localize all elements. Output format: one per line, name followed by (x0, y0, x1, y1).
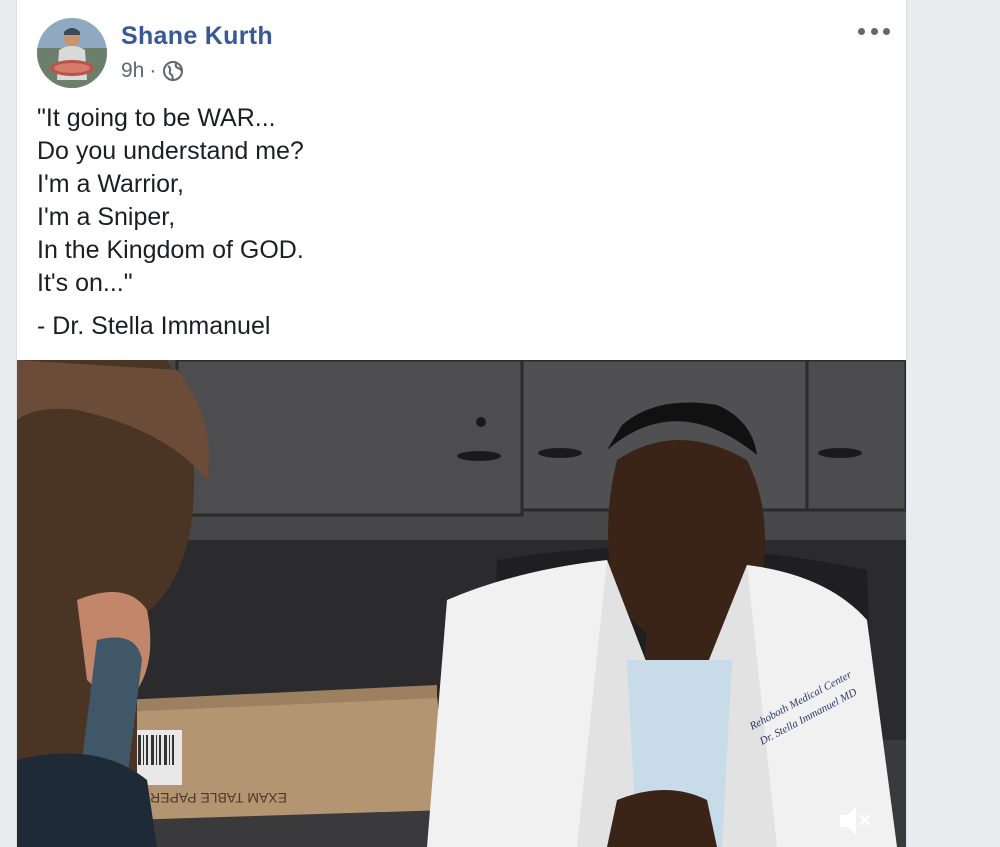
post-text-line: Do you understand me? (37, 137, 304, 165)
post-text-line: I'm a Warrior, (37, 170, 184, 198)
author-avatar[interactable] (37, 18, 107, 88)
more-options-icon (858, 27, 865, 35)
post-timestamp[interactable]: 9h (121, 59, 144, 83)
video-player[interactable]: EXAM TABLE PAPER Rehoboth Medical Center… (17, 360, 906, 847)
post-meta: 9h · (121, 58, 184, 84)
author-name-link[interactable]: Shane Kurth (121, 22, 273, 51)
more-options-dot (870, 27, 878, 35)
globe-icon[interactable] (162, 60, 184, 82)
video-frame: EXAM TABLE PAPER Rehoboth Medical Center… (17, 360, 906, 847)
box-label: EXAM TABLE PAPER (150, 790, 287, 806)
meta-separator: · (149, 59, 157, 82)
mute-toggle-button[interactable] (836, 803, 876, 839)
post-text-line: "It going to be WAR... (37, 104, 276, 132)
more-options-dot (883, 27, 890, 35)
more-options-button[interactable] (858, 18, 890, 44)
post-text-line: In the Kingdom of GOD. (37, 236, 304, 264)
muted-speaker-icon (840, 807, 871, 835)
post-text-line: It's on..." (37, 269, 133, 297)
post-message: "It going to be WAR... Do you understand… (37, 102, 304, 300)
post-text-line: I'm a Sniper, (37, 203, 176, 231)
post-card: Shane Kurth 9h · "It going to be WAR... … (16, 0, 907, 847)
post-attribution: - Dr. Stella Immanuel (37, 312, 271, 340)
